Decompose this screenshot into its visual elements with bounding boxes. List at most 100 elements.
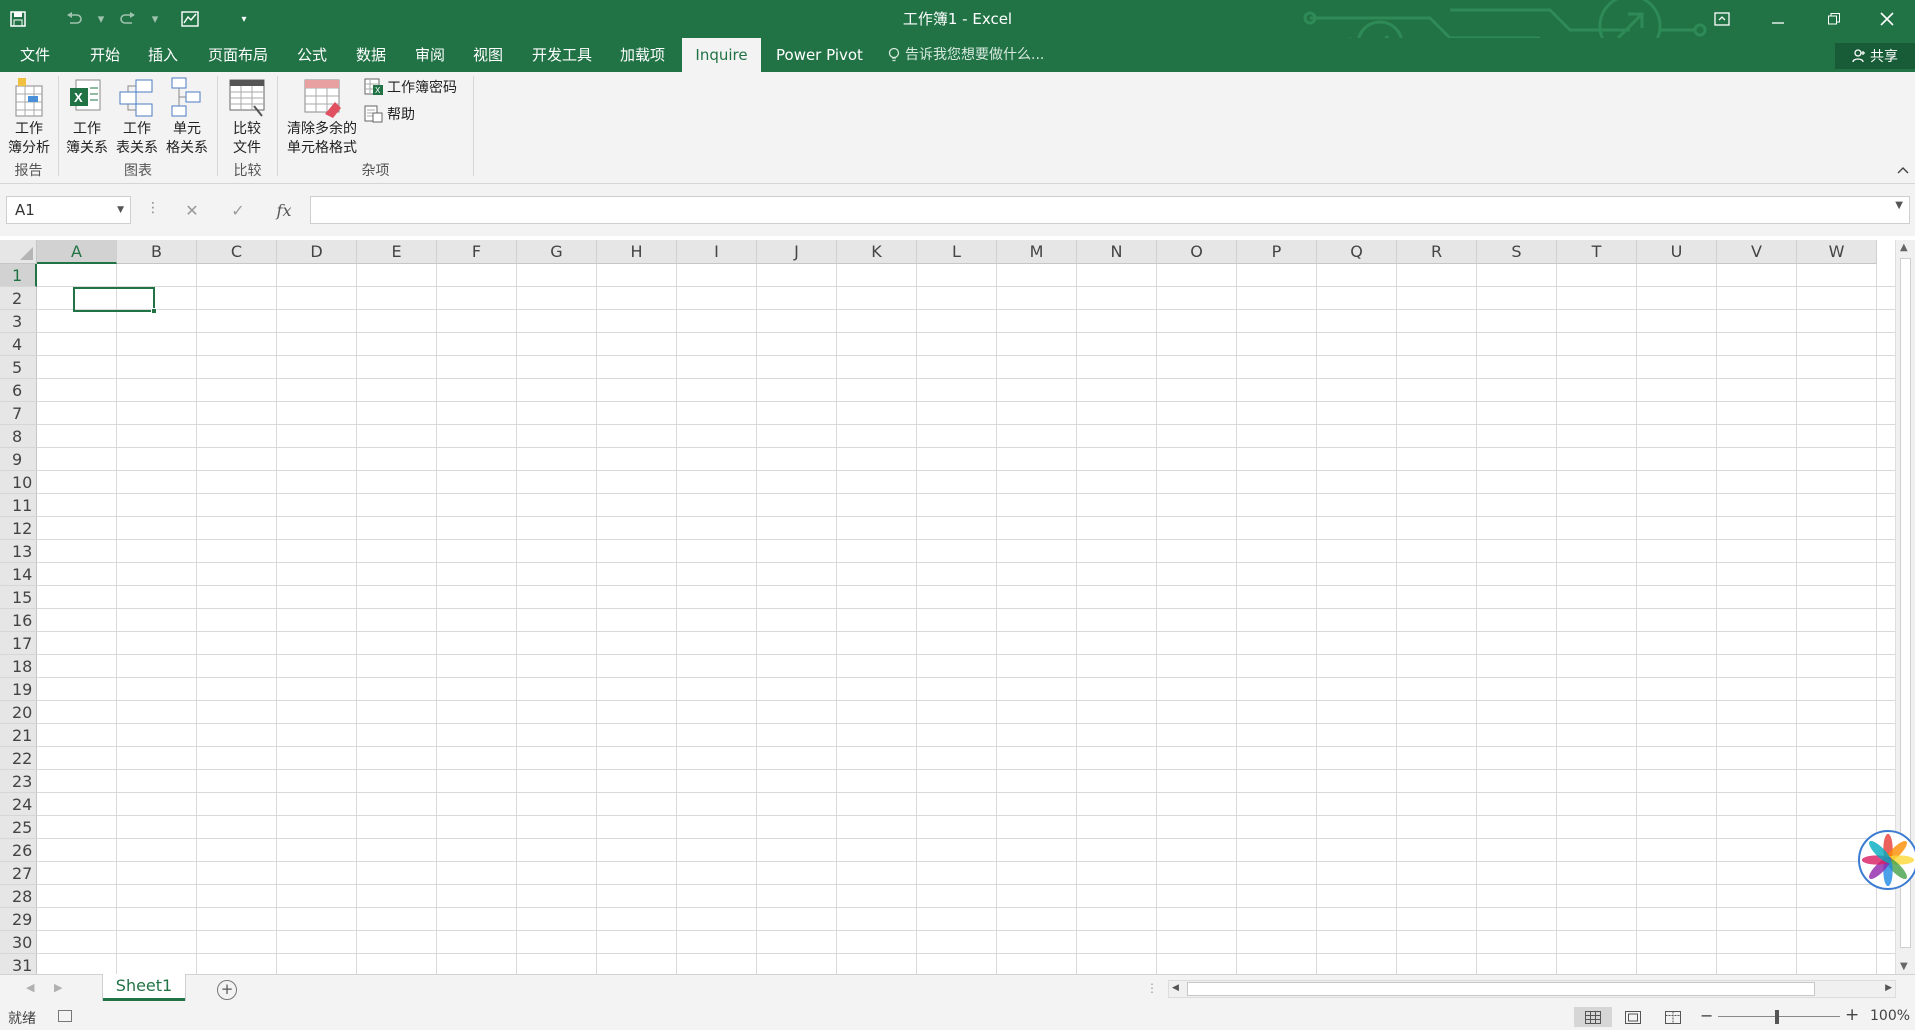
zoom-level[interactable]: 100% bbox=[1870, 1008, 1910, 1024]
row-header[interactable]: 18 bbox=[0, 655, 37, 678]
ribbon-display-icon[interactable] bbox=[1694, 0, 1750, 38]
row-header[interactable]: 15 bbox=[0, 586, 37, 609]
row-header[interactable]: 10 bbox=[0, 471, 37, 494]
row-header[interactable]: 25 bbox=[0, 816, 37, 839]
sheet-tab-sheet1[interactable]: Sheet1 bbox=[103, 974, 185, 1001]
workbook-passwords-button[interactable]: X 工作簿密码 bbox=[364, 77, 457, 97]
next-sheet-icon[interactable]: ▶ bbox=[54, 981, 62, 994]
redo-dropdown-icon[interactable]: ▾ bbox=[146, 0, 164, 38]
share-button[interactable]: 共享 bbox=[1835, 43, 1915, 69]
tab-home[interactable]: 开始 bbox=[80, 38, 130, 72]
tab-inquire[interactable]: Inquire bbox=[682, 38, 761, 72]
scroll-right-icon[interactable]: ▶ bbox=[1885, 983, 1892, 993]
dropdown-icon[interactable]: ▾ bbox=[226, 0, 262, 38]
row-header[interactable]: 9 bbox=[0, 448, 37, 471]
tab-power-pivot[interactable]: Power Pivot bbox=[766, 38, 873, 72]
scroll-left-icon[interactable]: ◀ bbox=[1172, 983, 1179, 993]
scroll-up-icon[interactable]: ▲ bbox=[1900, 242, 1908, 253]
column-header[interactable]: S bbox=[1477, 240, 1557, 264]
column-header[interactable]: O bbox=[1157, 240, 1237, 264]
row-header[interactable]: 29 bbox=[0, 908, 37, 931]
tab-data[interactable]: 数据 bbox=[346, 38, 396, 72]
column-header[interactable]: Q bbox=[1317, 240, 1397, 264]
worksheet-relationship-button[interactable]: 工作 表关系 bbox=[114, 76, 160, 158]
row-header[interactable]: 17 bbox=[0, 632, 37, 655]
row-header[interactable]: 4 bbox=[0, 333, 37, 356]
row-header[interactable]: 27 bbox=[0, 862, 37, 885]
row-header[interactable]: 1 bbox=[0, 264, 37, 287]
row-header[interactable]: 3 bbox=[0, 310, 37, 333]
column-header[interactable]: D bbox=[277, 240, 357, 264]
tab-view[interactable]: 视图 bbox=[463, 38, 513, 72]
enter-icon[interactable]: ✓ bbox=[218, 196, 258, 224]
prev-sheet-icon[interactable]: ◀ bbox=[26, 981, 34, 994]
zoom-out-icon[interactable]: − bbox=[1700, 1006, 1713, 1025]
zoom-slider[interactable] bbox=[1718, 1016, 1840, 1017]
column-header[interactable]: U bbox=[1637, 240, 1717, 264]
row-header[interactable]: 13 bbox=[0, 540, 37, 563]
column-header[interactable]: R bbox=[1397, 240, 1477, 264]
horizontal-scroll-thumb[interactable] bbox=[1187, 982, 1815, 996]
workbook-relationship-button[interactable]: X 工作 簿关系 bbox=[64, 76, 110, 158]
row-header[interactable]: 21 bbox=[0, 724, 37, 747]
minimize-icon[interactable] bbox=[1750, 0, 1806, 38]
collapse-ribbon-icon[interactable] bbox=[1897, 162, 1909, 178]
compare-files-button[interactable]: 比较 文件 bbox=[224, 76, 270, 158]
row-header[interactable]: 6 bbox=[0, 379, 37, 402]
tab-page-layout[interactable]: 页面布局 bbox=[198, 38, 278, 72]
page-layout-view-icon[interactable] bbox=[1614, 1007, 1652, 1027]
row-header[interactable]: 8 bbox=[0, 425, 37, 448]
tab-addins[interactable]: 加载项 bbox=[610, 38, 675, 72]
row-header[interactable]: 26 bbox=[0, 839, 37, 862]
row-header[interactable]: 23 bbox=[0, 770, 37, 793]
add-sheet-icon[interactable]: + bbox=[217, 980, 237, 1000]
row-header[interactable]: 24 bbox=[0, 793, 37, 816]
tab-file[interactable]: 文件 bbox=[10, 38, 60, 72]
formula-input[interactable] bbox=[310, 196, 1910, 224]
tab-review[interactable]: 审阅 bbox=[405, 38, 455, 72]
column-header[interactable]: V bbox=[1717, 240, 1797, 264]
tab-split-handle-icon[interactable]: ⋮ bbox=[1146, 981, 1158, 995]
expand-formula-bar-icon[interactable]: ▼ bbox=[1895, 200, 1903, 211]
row-header[interactable]: 19 bbox=[0, 678, 37, 701]
tab-insert[interactable]: 插入 bbox=[138, 38, 188, 72]
horizontal-scrollbar[interactable]: ◀ ▶ bbox=[1168, 980, 1896, 998]
close-icon[interactable] bbox=[1859, 0, 1915, 38]
column-header[interactable]: P bbox=[1237, 240, 1317, 264]
column-header[interactable]: W bbox=[1797, 240, 1877, 264]
row-header[interactable]: 14 bbox=[0, 563, 37, 586]
normal-view-icon[interactable] bbox=[1574, 1007, 1612, 1027]
customize-icon[interactable] bbox=[172, 0, 208, 38]
tab-developer[interactable]: 开发工具 bbox=[522, 38, 602, 72]
row-header[interactable]: 22 bbox=[0, 747, 37, 770]
row-header[interactable]: 20 bbox=[0, 701, 37, 724]
row-header[interactable]: 7 bbox=[0, 402, 37, 425]
column-header[interactable]: F bbox=[437, 240, 517, 264]
row-header[interactable]: 11 bbox=[0, 494, 37, 517]
column-header[interactable]: I bbox=[677, 240, 757, 264]
fill-handle[interactable] bbox=[151, 308, 157, 314]
column-header[interactable]: L bbox=[917, 240, 997, 264]
column-header[interactable]: T bbox=[1557, 240, 1637, 264]
redo-icon[interactable] bbox=[110, 0, 146, 38]
column-header[interactable]: G bbox=[517, 240, 597, 264]
cell-area[interactable] bbox=[37, 264, 1895, 974]
column-header[interactable]: N bbox=[1077, 240, 1157, 264]
row-header[interactable]: 30 bbox=[0, 931, 37, 954]
row-header[interactable]: 2 bbox=[0, 287, 37, 310]
cancel-icon[interactable]: ✕ bbox=[172, 196, 212, 224]
row-header[interactable]: 12 bbox=[0, 517, 37, 540]
column-header[interactable]: M bbox=[997, 240, 1077, 264]
tell-me-search[interactable]: 告诉我您想要做什么... bbox=[888, 38, 1044, 72]
column-header[interactable]: B bbox=[117, 240, 197, 264]
name-box[interactable]: A1 ▼ bbox=[6, 196, 131, 224]
undo-dropdown-icon[interactable]: ▾ bbox=[92, 0, 110, 38]
row-header[interactable]: 16 bbox=[0, 609, 37, 632]
row-header[interactable]: 28 bbox=[0, 885, 37, 908]
zoom-slider-thumb[interactable] bbox=[1775, 1010, 1779, 1024]
column-header[interactable]: E bbox=[357, 240, 437, 264]
help-button[interactable]: 帮助 bbox=[364, 104, 415, 124]
row-header[interactable]: 5 bbox=[0, 356, 37, 379]
column-header[interactable]: H bbox=[597, 240, 677, 264]
undo-icon[interactable] bbox=[56, 0, 92, 38]
